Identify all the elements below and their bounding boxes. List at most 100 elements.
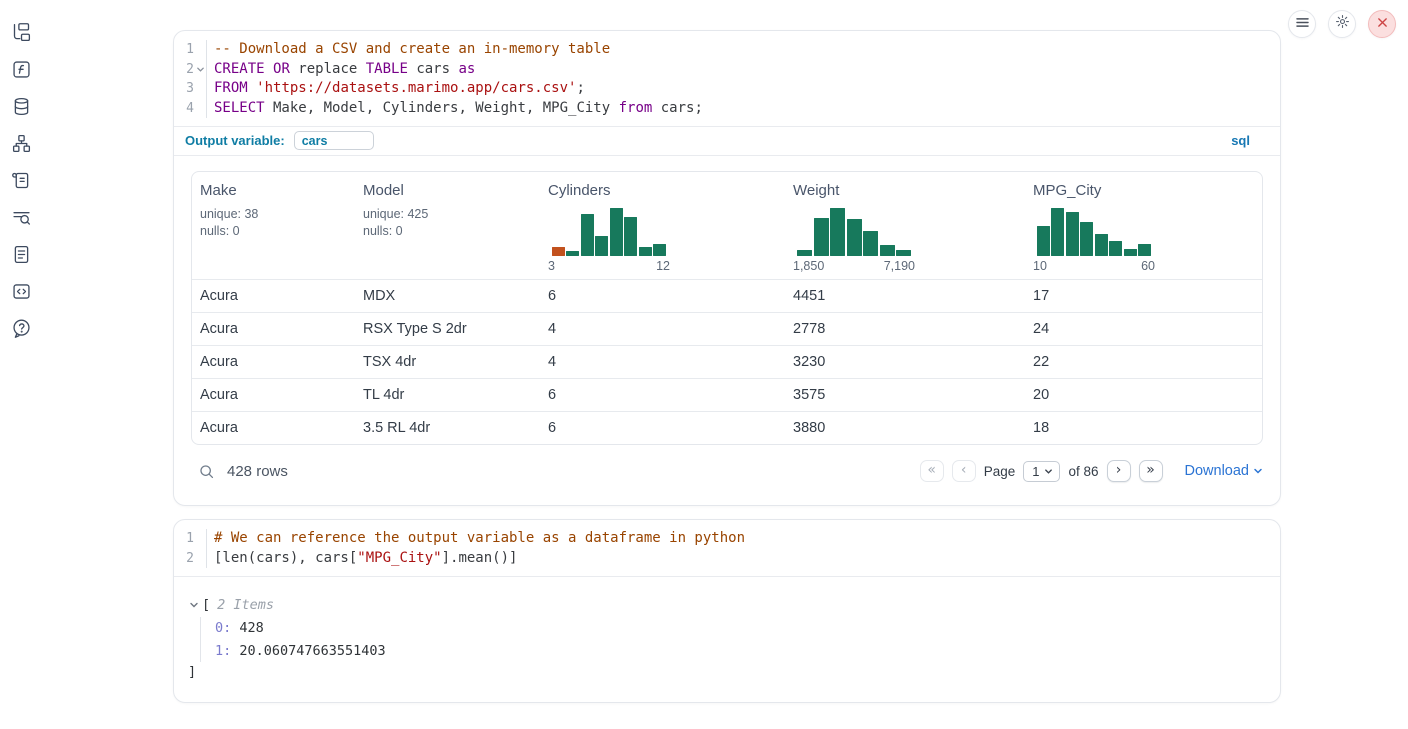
histogram-bar [1037,226,1050,256]
item-value: 428 [239,620,263,636]
database-icon[interactable] [9,94,33,118]
table-row[interactable]: AcuraMDX6445117 [192,279,1262,312]
snippets-icon[interactable] [9,279,33,303]
table-cell: MDX [355,280,540,312]
column-histogram: 312 [548,206,777,273]
table-cell: 6 [540,379,785,411]
code-lines: -- Download a CSV and create an in-memor… [206,40,1280,118]
axis-min-label: 1,850 [793,259,824,273]
table-cell: TL 4dr [355,379,540,411]
table-cell: TSX 4dr [355,346,540,378]
table-row[interactable]: Acura3.5 RL 4dr6388018 [192,411,1262,444]
scratchpad-icon[interactable] [9,168,33,192]
last-page-button[interactable]: » [1139,460,1163,482]
language-badge[interactable]: sql [1231,133,1250,148]
histogram-bar [830,208,845,256]
code-line: -- Download a CSV and create an in-memor… [214,40,1280,60]
pagination: « ‹ Page 1 of 86 › » Download [920,460,1263,482]
documentation-icon[interactable] [9,242,33,266]
code-token: Make, Model, Cylinders, Weight, MPG_City [265,100,619,116]
column-header[interactable]: Modelunique: 425nulls: 0 [355,172,540,279]
functions-icon[interactable] [9,57,33,81]
table-cell: 4451 [785,280,1025,312]
tree-entries: 0: 4281: 20.060747663551403 [200,617,1262,662]
output-variable-label: Output variable: [185,133,285,148]
window-controls [1288,10,1396,38]
output-variable-input[interactable] [294,131,374,150]
code-token: as [458,61,475,77]
histogram-bar [639,247,652,256]
table-row[interactable]: AcuraRSX Type S 2dr4277824 [192,312,1262,345]
column-label: MPG_City [1033,182,1254,199]
code-token: -- Download a CSV and create an in-memor… [214,41,610,57]
download-button[interactable]: Download [1185,463,1264,479]
code-lines: # We can reference the output variable a… [206,529,1280,568]
file-tree-icon[interactable] [9,20,33,44]
histogram-bar [863,231,878,256]
table-row[interactable]: AcuraTSX 4dr4323022 [192,345,1262,378]
line-number: 1 [174,40,206,60]
help-icon[interactable] [9,316,33,340]
table-cell: 24 [1025,313,1262,345]
python-cell: 12 # We can reference the output variabl… [173,519,1281,703]
next-page-button[interactable]: › [1107,460,1131,482]
histogram-bar [581,214,594,256]
code-line: # We can reference the output variable a… [214,529,1280,549]
table-cell: 17 [1025,280,1262,312]
axis-min-label: 10 [1033,259,1047,273]
chevron-down-icon [1044,467,1053,476]
settings-button[interactable] [1328,10,1356,38]
logs-icon[interactable] [9,205,33,229]
table-row[interactable]: AcuraTL 4dr6357520 [192,378,1262,411]
close-bracket: ] [188,662,1262,682]
column-label: Model [363,182,532,199]
table-cell: 3880 [785,412,1025,444]
column-header[interactable]: Makeunique: 38nulls: 0 [192,172,355,279]
tree-head: [ 2 Items [188,594,1262,616]
items-count-label: 2 Items [217,594,274,616]
code-token: from [619,100,653,116]
histogram-bar [1138,244,1151,256]
code-token: # We can reference the output variable a… [214,530,745,546]
code-token: ; [576,80,584,96]
axis-max-label: 12 [656,259,670,273]
sidebar [9,20,33,340]
item-index: 0: [215,620,239,636]
output-variable-strip: Output variable: sql [174,126,1280,156]
column-header[interactable]: Weight1,8507,190 [785,172,1025,279]
column-label: Cylinders [548,182,777,199]
row-count: 428 rows [227,463,288,480]
page-select[interactable]: 1 [1023,461,1060,482]
item-index: 1: [215,643,239,659]
close-icon [1377,15,1388,33]
python-code-editor[interactable]: 12 # We can reference the output variabl… [174,520,1280,576]
histogram-bar [624,217,637,256]
prev-page-button[interactable]: ‹ [952,460,976,482]
histogram-bar [797,250,812,256]
code-line: CREATE OR replace TABLE cars as [214,60,1280,80]
sql-code-editor[interactable]: 1234 -- Download a CSV and create an in-… [174,31,1280,126]
close-button[interactable] [1368,10,1396,38]
histogram-bar [552,247,565,256]
chevron-down-icon [1253,466,1263,476]
table-cell: RSX Type S 2dr [355,313,540,345]
histogram-bar [1109,241,1122,256]
column-stat: unique: 38 [200,206,347,223]
collapse-chevron-icon[interactable] [188,600,200,610]
column-histogram: 1,8507,190 [793,206,1017,273]
fold-chevron-icon[interactable] [194,63,206,75]
menu-button[interactable] [1288,10,1316,38]
axis-max-label: 60 [1141,259,1155,273]
column-header[interactable]: MPG_City 10 60 [1025,172,1262,279]
gutter: 1234 [174,40,206,118]
table-cell: 4 [540,346,785,378]
search-icon[interactable] [198,463,215,480]
dependency-graph-icon[interactable] [9,131,33,155]
histogram-bar [880,245,895,256]
table-cell: 22 [1025,346,1262,378]
table-footer: 428 rows « ‹ Page 1 of 86 › » Download [191,455,1263,487]
table-cell: Acura [192,313,355,345]
column-header[interactable]: Cylinders 312 [540,172,785,279]
table-cell: 6 [540,412,785,444]
first-page-button[interactable]: « [920,460,944,482]
